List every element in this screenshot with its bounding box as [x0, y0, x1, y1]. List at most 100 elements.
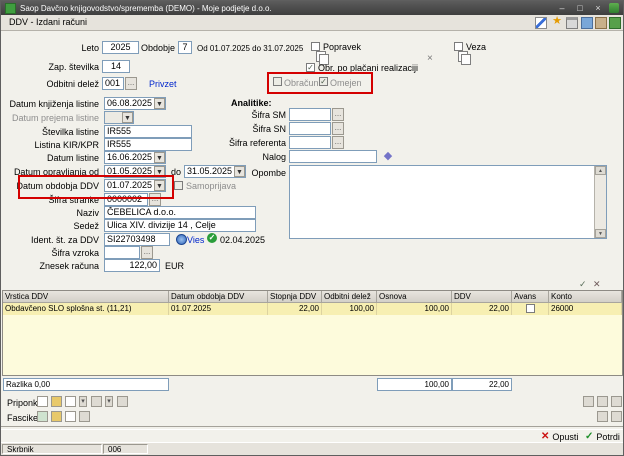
scroll-down-icon[interactable]: ▼ [595, 229, 606, 238]
obdobje-label: Obdobje [140, 43, 175, 53]
zap-stevilka-field[interactable]: 14 [102, 60, 130, 73]
datum-listine-dropdown-icon[interactable]: ▼ [154, 152, 165, 163]
fascikel-grid-icon-1[interactable] [597, 411, 608, 422]
znesek-racuna-field[interactable]: 122,00 [104, 259, 160, 272]
sifra-sm-field[interactable] [289, 108, 331, 121]
col-header-datum-obdobja[interactable]: Datum obdobja DDV [169, 291, 268, 303]
omejen-checkbox[interactable]: ✓ [319, 77, 328, 86]
maximize-button[interactable]: □ [573, 3, 587, 14]
sifra-stranke-label: Šifra stranke [48, 195, 99, 205]
sifra-sn-label: Šifra SN [252, 124, 286, 134]
open-attachment-folder-icon[interactable] [51, 396, 62, 407]
row-cell-odbitni[interactable]: 100,00 [322, 303, 377, 315]
grid-post-icon[interactable]: ✓ [579, 279, 587, 290]
datum-listine-label: Datum listine [46, 153, 99, 163]
fascikel-doc-icon[interactable] [65, 411, 76, 422]
opombe-textarea[interactable]: ▲ ▼ [289, 165, 607, 239]
col-header-ddv[interactable]: DDV [452, 291, 512, 303]
stevilka-listine-label: Številka listine [41, 127, 99, 137]
naziv-field[interactable]: ČEBELICA d.o.o. [104, 206, 256, 219]
col-header-odbitni[interactable]: Odbitni delež [322, 291, 377, 303]
row-cell-stopnja[interactable]: 22,00 [268, 303, 322, 315]
odbitni-delez-field[interactable]: 001 [102, 77, 124, 90]
privzet-link[interactable]: Privzet [149, 79, 177, 90]
fascikel-folder-icon[interactable] [51, 411, 62, 422]
veza-document-icon[interactable] [458, 51, 471, 65]
col-header-stopnja[interactable]: Stopnja DDV [268, 291, 322, 303]
potrdi-label: Potrdi [596, 431, 620, 442]
col-header-osnova[interactable]: Osnova [377, 291, 452, 303]
omejen-label: Omejen [330, 78, 362, 88]
edit-icon[interactable] [535, 17, 547, 29]
datum-knjizenja-dropdown-icon[interactable]: ▼ [154, 98, 165, 109]
scan-dropdown-icon[interactable]: ▾ [105, 396, 113, 407]
popravek-document-icon[interactable] [316, 51, 329, 65]
sifra-referenta-field[interactable] [289, 136, 331, 149]
col-header-vrstica[interactable]: Vrstica DDV [3, 291, 169, 303]
zap-stevilka-label: Zap. številka [48, 62, 99, 72]
view-attachment-icon[interactable] [65, 396, 76, 407]
sedez-field[interactable]: Ulica XIV. divizije 14 , Celje [104, 219, 256, 232]
obr-placani-checkbox[interactable]: ✓ [306, 63, 315, 72]
nalog-label: Nalog [262, 152, 286, 162]
popravek-checkbox[interactable] [311, 42, 320, 51]
sifra-sm-browse-button[interactable]: … [332, 108, 344, 121]
row-cell-ddv[interactable]: 22,00 [452, 303, 512, 315]
obracun-checkbox[interactable] [273, 77, 282, 86]
sifra-referenta-browse-button[interactable]: … [332, 136, 344, 149]
nalog-diamond-icon[interactable]: ◆ [382, 150, 394, 162]
row-cell-osnova[interactable]: 100,00 [377, 303, 452, 315]
opombe-scrollbar[interactable]: ▲ ▼ [594, 166, 606, 238]
listina-kir-field[interactable]: IR555 [104, 138, 192, 151]
vies-globe-icon[interactable] [176, 234, 187, 245]
attachment-dropdown-icon[interactable]: ▾ [79, 396, 87, 407]
reports-icon[interactable] [581, 17, 593, 29]
datum-prejema-label: Datum prejema listine [11, 113, 99, 123]
odbitni-browse-button[interactable]: … [125, 77, 137, 90]
potrdi-check-icon: ✓ [585, 431, 594, 442]
samoprijava-checkbox[interactable] [174, 181, 183, 190]
attachment-list-icon[interactable] [117, 396, 128, 407]
sifra-stranke-browse-button[interactable]: … [149, 193, 161, 206]
datum-od-dropdown-icon[interactable]: ▼ [154, 166, 165, 177]
datum-obdobja-dropdown-icon[interactable]: ▼ [154, 180, 165, 191]
veza-checkbox[interactable] [454, 42, 463, 51]
sifra-vzroka-browse-button[interactable]: … [141, 246, 153, 259]
stevilka-listine-field[interactable]: IR555 [104, 125, 192, 138]
row-cell-konto[interactable]: 26000 [549, 303, 622, 315]
attachment-grid-icon-2[interactable] [597, 396, 608, 407]
sifra-vzroka-field[interactable] [104, 246, 140, 259]
vies-link[interactable]: Vies [187, 235, 204, 246]
exit-icon[interactable] [609, 17, 621, 29]
col-header-avans[interactable]: Avans [512, 291, 549, 303]
saop-plant-icon [609, 3, 619, 13]
grid-cancel-icon[interactable]: ✕ [593, 279, 601, 290]
help-book-icon[interactable] [595, 17, 607, 29]
row-cell-datum-obdobja[interactable]: 01.07.2025 [169, 303, 268, 315]
fascikel-add-icon[interactable] [37, 411, 48, 422]
obdobje-field[interactable]: 7 [178, 41, 192, 54]
fascikel-search-icon[interactable] [79, 411, 90, 422]
veza-clear-icon[interactable]: × [427, 53, 433, 64]
avans-checkbox[interactable] [526, 304, 535, 313]
print-icon[interactable] [566, 17, 578, 29]
col-header-konto[interactable]: Konto [549, 291, 622, 303]
attachment-grid-icon-3[interactable] [611, 396, 622, 407]
close-button[interactable]: × [591, 3, 605, 14]
ident-ddv-field[interactable]: SI22703498 [104, 233, 170, 246]
scan-attachment-icon[interactable] [91, 396, 102, 407]
fascikel-grid-icon-2[interactable] [611, 411, 622, 422]
sifra-sn-field[interactable] [289, 122, 331, 135]
row-cell-vrstica[interactable]: Obdavčeno SLO splošna st. (11,21) [3, 303, 169, 315]
sifra-stranke-field[interactable]: 0000002 [104, 193, 148, 206]
sum-osnova-field: 100,00 [377, 378, 452, 391]
scroll-up-icon[interactable]: ▲ [595, 166, 606, 175]
sifra-sn-browse-button[interactable]: … [332, 122, 344, 135]
vies-valid-check-icon: ✓ [207, 233, 217, 243]
datum-prejema-dropdown-icon[interactable]: ▼ [122, 112, 133, 123]
new-attachment-icon[interactable] [37, 396, 48, 407]
attachment-grid-icon-1[interactable] [583, 396, 594, 407]
minimize-button[interactable]: – [555, 3, 569, 14]
favorites-star-icon[interactable]: ★ [551, 16, 563, 28]
nalog-field[interactable] [289, 150, 377, 163]
